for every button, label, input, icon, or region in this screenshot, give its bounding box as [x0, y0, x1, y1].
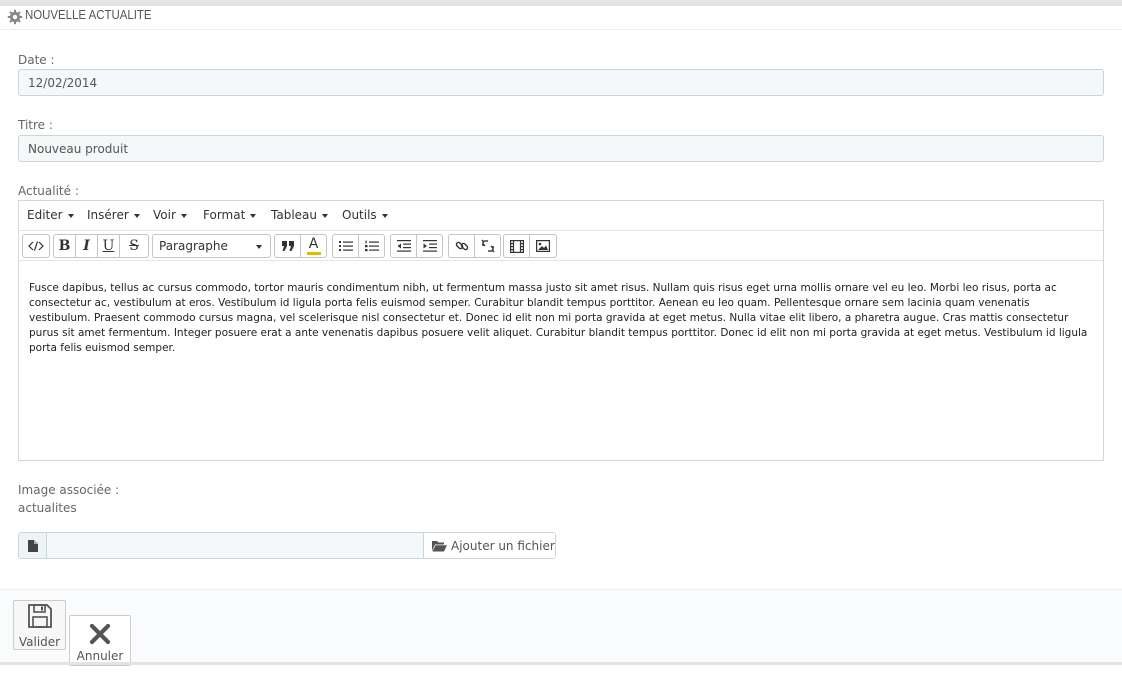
blockquote-icon [281, 241, 294, 251]
menu-outils[interactable]: Outils [342, 208, 388, 222]
chevron-down-icon [381, 213, 388, 218]
chevron-down-icon [256, 245, 262, 249]
underline-icon: U [102, 238, 115, 254]
numbered-list-icon [364, 240, 379, 252]
panel-heading: NOUVELLE ACTUALITE [0, 6, 1122, 30]
editor-toolbar: B I U S Paragraphe A [19, 231, 1103, 261]
form-footer [0, 589, 1122, 662]
image-label: Image associée : [18, 483, 120, 497]
bullet-list-button[interactable] [332, 234, 359, 258]
link-icon [455, 241, 468, 251]
bullet-list-icon [338, 241, 353, 251]
title-label: Titre : [18, 118, 53, 132]
outdent-button[interactable] [390, 234, 417, 258]
source-code-button[interactable] [22, 234, 50, 258]
gear-icon [7, 9, 23, 25]
text-color-button[interactable]: A [300, 234, 327, 258]
numbered-list-button[interactable] [358, 234, 385, 258]
italic-icon: I [83, 238, 90, 254]
blockquote-button[interactable] [274, 234, 301, 258]
unlink-icon [481, 239, 494, 253]
text-color-glyph: A [308, 236, 319, 252]
chevron-down-icon [67, 213, 74, 218]
folder-open-icon [432, 540, 447, 551]
underline-button[interactable]: U [97, 234, 120, 258]
menu-outils-label: Outils [342, 208, 377, 222]
menu-editer-label: Editer [27, 208, 63, 222]
block-format-value: Paragraphe [159, 239, 228, 253]
rich-text-editor: Editer Insérer Voir Format Tableau Outil… [18, 200, 1104, 461]
bottom-strip [0, 662, 1122, 665]
text-color-swatch [306, 252, 321, 255]
image-button[interactable] [529, 234, 557, 258]
date-input[interactable] [18, 69, 1104, 96]
news-label: Actualité : [18, 184, 79, 198]
code-icon [28, 241, 44, 251]
media-icon [509, 239, 524, 253]
menu-voir-label: Voir [153, 208, 176, 222]
save-icon [27, 604, 52, 628]
save-label: Valider [18, 635, 61, 649]
cancel-button[interactable]: Annuler [69, 615, 131, 666]
outdent-icon [396, 240, 411, 252]
file-upload-group: Ajouter un fichier [18, 532, 556, 559]
bold-button[interactable]: B [53, 234, 76, 258]
indent-button[interactable] [416, 234, 443, 258]
add-file-label: Ajouter un fichier [451, 538, 555, 553]
date-label: Date : [18, 53, 55, 67]
italic-button[interactable]: I [75, 234, 98, 258]
panel-title: NOUVELLE ACTUALITE [25, 7, 152, 22]
block-format-select[interactable]: Paragraphe [152, 234, 271, 258]
title-input[interactable] [18, 135, 1104, 162]
bold-icon: B [58, 238, 71, 254]
file-icon-box [19, 533, 47, 558]
close-icon [89, 623, 111, 645]
media-button[interactable] [503, 234, 530, 258]
editor-content[interactable]: Fusce dapibus, tellus ac cursus commodo,… [29, 281, 1093, 356]
strikethrough-button[interactable]: S [119, 234, 149, 258]
add-file-button[interactable]: Ajouter un fichier [423, 533, 555, 558]
text-color-icon: A [306, 236, 321, 255]
indent-icon [422, 240, 437, 252]
file-icon [27, 539, 38, 552]
chevron-down-icon [322, 213, 328, 218]
cancel-label: Annuler [76, 649, 124, 663]
menu-inserer-label: Insérer [87, 208, 129, 222]
chevron-down-icon [133, 213, 140, 218]
image-icon [536, 240, 550, 252]
menu-tableau[interactable]: Tableau [271, 208, 328, 222]
menu-editer[interactable]: Editer [27, 208, 74, 222]
menu-voir[interactable]: Voir [153, 208, 187, 222]
strikethrough-icon: S [129, 238, 139, 254]
editor-menubar: Editer Insérer Voir Format Tableau Outil… [19, 201, 1103, 231]
menu-format-label: Format [203, 208, 246, 222]
unlink-button[interactable] [474, 234, 501, 258]
image-folder: actualites [18, 501, 77, 515]
chevron-down-icon [250, 213, 257, 218]
chevron-down-icon [180, 213, 187, 218]
menu-format[interactable]: Format [203, 208, 257, 222]
save-button[interactable]: Valider [13, 600, 66, 650]
menu-tableau-label: Tableau [271, 208, 317, 222]
menu-inserer[interactable]: Insérer [87, 208, 140, 222]
link-button[interactable] [448, 234, 475, 258]
